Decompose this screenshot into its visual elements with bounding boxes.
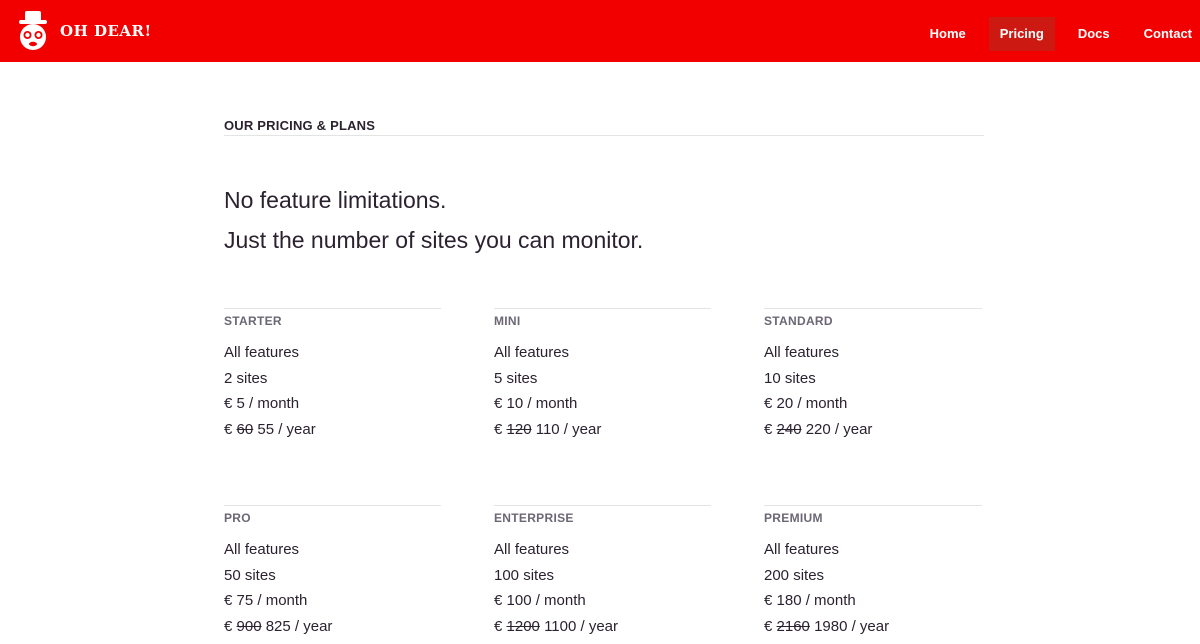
yearly-new-price: 825 / year (265, 617, 333, 635)
plan-yearly-price: € 900 825 / year (224, 614, 441, 640)
plan-sites: 2 sites (224, 369, 268, 387)
mascot-logo-icon (19, 11, 47, 50)
plan-name: STANDARD (764, 314, 833, 328)
lead-line-1: No feature limitations. (224, 187, 447, 213)
yearly-new-price: 1100 / year (544, 617, 619, 635)
plan-monthly-price: € 75 / month (224, 592, 308, 609)
nav-docs[interactable]: Docs (1067, 17, 1121, 51)
yearly-currency: € (494, 420, 503, 438)
yearly-new-price: 1980 / year (814, 617, 890, 635)
lead-text: No feature limitations. Just the number … (224, 180, 984, 260)
header-bar: OH DEAR! Home Pricing Docs Contact (0, 0, 1200, 62)
yearly-currency: € (224, 420, 233, 438)
plan-yearly-price: € 120 110 / year (494, 417, 711, 443)
plan-features: All features (224, 344, 300, 361)
plan-yearly-price: € 1200 1100 / year (494, 614, 711, 640)
plan-monthly-price: € 20 / month (764, 395, 848, 412)
plan-enterprise: ENTERPRISE All features 100 sites € 100 … (494, 505, 711, 639)
yearly-old-price: 120 (506, 420, 532, 438)
plan-yearly-price: € 2160 1980 / year (764, 614, 982, 640)
plan-features: All features (764, 344, 840, 361)
yearly-currency: € (494, 617, 503, 635)
plan-pro: PRO All features 50 sites € 75 / month €… (224, 505, 441, 639)
yearly-new-price: 220 / year (805, 420, 873, 438)
plan-name: PRO (224, 511, 251, 525)
plans-grid: STARTER All features 2 sites € 5 / month… (224, 308, 984, 639)
yearly-currency: € (224, 617, 233, 635)
plan-sites: 10 sites (764, 369, 816, 387)
plan-monthly-price: € 5 / month (224, 395, 300, 412)
plan-premium: PREMIUM All features 200 sites € 180 / m… (764, 505, 982, 639)
yearly-new-price: 110 / year (535, 420, 602, 438)
section-title: OUR PRICING & PLANS (224, 118, 984, 136)
plan-features: All features (764, 541, 840, 558)
plan-name: STARTER (224, 314, 282, 328)
plan-mini: MINI All features 5 sites € 10 / month €… (494, 308, 711, 442)
yearly-old-price: 900 (236, 617, 262, 635)
plan-yearly-price: € 240 220 / year (764, 417, 982, 443)
brand-name: OH DEAR! (60, 22, 152, 40)
plan-name: PREMIUM (764, 511, 823, 525)
plan-sites: 100 sites (494, 566, 555, 584)
plan-sites: 5 sites (494, 369, 538, 387)
plan-name: ENTERPRISE (494, 511, 574, 525)
plan-sites: 200 sites (764, 566, 825, 584)
yearly-currency: € (764, 420, 773, 438)
plan-features: All features (494, 344, 570, 361)
lead-line-2: Just the number of sites you can monitor… (224, 227, 644, 253)
main-nav: Home Pricing Docs Contact (919, 17, 1200, 51)
yearly-old-price: 2160 (776, 617, 810, 635)
plan-monthly-price: € 180 / month (764, 592, 856, 609)
yearly-currency: € (764, 617, 773, 635)
yearly-old-price: 1200 (506, 617, 540, 635)
yearly-old-price: 240 (776, 420, 802, 438)
plan-standard: STANDARD All features 10 sites € 20 / mo… (764, 308, 982, 442)
plan-features: All features (494, 541, 570, 558)
plan-monthly-price: € 10 / month (494, 395, 578, 412)
yearly-new-price: 55 / year (257, 420, 316, 438)
plan-starter: STARTER All features 2 sites € 5 / month… (224, 308, 441, 442)
plan-monthly-price: € 100 / month (494, 592, 586, 609)
home-logo-link[interactable]: OH DEAR! (15, 11, 152, 51)
nav-home[interactable]: Home (919, 17, 977, 51)
plan-name: MINI (494, 314, 521, 328)
nav-contact[interactable]: Contact (1133, 17, 1192, 51)
plan-sites: 50 sites (224, 566, 276, 584)
yearly-old-price: 60 (236, 420, 254, 438)
nav-pricing[interactable]: Pricing (988, 17, 1055, 51)
plan-yearly-price: € 60 55 / year (224, 417, 441, 443)
plan-features: All features (224, 541, 300, 558)
